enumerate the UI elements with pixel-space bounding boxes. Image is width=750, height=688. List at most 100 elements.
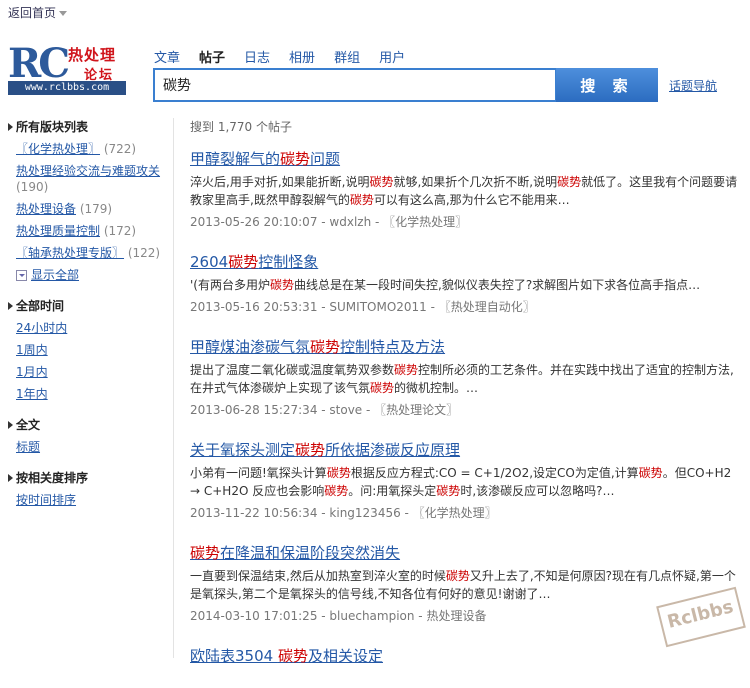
search-box [153,68,557,102]
keyword-highlight: 碳势 [557,175,582,189]
sort-option-item: 按时间排序 [16,492,168,508]
topic-nav-link[interactable]: 话题导航 [669,77,717,94]
site-logo[interactable]: RC 热处理 论坛 www.rclbbs.com [8,44,128,96]
snippet-text: 淬火后,用手对折,如果能折断,说明 [190,175,370,189]
keyword-highlight: 碳势 [277,647,308,665]
keyword-highlight: 碳势 [394,363,419,377]
sidebar-divider [173,118,174,658]
board-filter-section: 所有版块列表 〖化学热处理〗 (722) 热处理经验交流与难题攻关 (190) 热处… [8,118,168,283]
result-title-link[interactable]: 甲醇裂解气的碳势问题 [190,150,340,168]
board-filter-item: 〖轴承热处理专版〗 (122) [16,245,168,261]
result-title-link[interactable]: 碳势在降温和保温阶段突然消失 [190,544,400,562]
tab-1[interactable]: 帖子 [199,47,225,66]
chevron-down-icon [59,11,68,16]
fulltext-filter-item: 标题 [16,439,168,455]
triangle-right-icon [8,474,13,482]
time-filter-title: 全部时间 [8,297,168,314]
time-filter-link[interactable]: 1周内 [16,343,48,357]
keyword-highlight: 碳势 [269,278,294,292]
time-filter-item: 24小时内 [16,320,168,336]
keyword-highlight: 碳势 [280,150,311,168]
result-meta: 2013-06-28 15:27:34 - stove - 〖热处理论文〗 [190,403,459,417]
result-snippet: 小弟有一问题!氧探头计算碳势根据反应方程式:CO = C+1/2O2,设定CO为… [190,464,742,500]
title-text: 甲醇裂解气的 [190,150,281,168]
triangle-right-icon [8,421,13,429]
tab-4[interactable]: 群组 [334,47,360,66]
snippet-text: 。问:用氧探头定 [348,484,437,498]
fulltext-filter-link[interactable]: 标题 [16,440,40,454]
snippet-text: '(有两台多用炉 [190,278,270,292]
result-title-link[interactable]: 2604碳势控制怪象 [190,253,318,271]
snippet-text: 的微机控制。… [394,381,479,395]
title-text: 甲醇煤油渗碳气氛 [190,338,311,356]
title-text: 问题 [310,150,341,168]
time-filter-link[interactable]: 1年内 [16,387,48,401]
snippet-text: 一直要到保温结束,然后从加热室到淬火室的时候 [190,569,446,583]
sort-filter-title: 按相关度排序 [8,469,168,486]
title-text: 控制怪象 [258,253,319,271]
keyword-highlight: 碳势 [436,484,461,498]
board-filter-link[interactable]: 热处理质量控制 [16,224,100,238]
time-filter-section: 全部时间 24小时内 1周内 1月内 1年内 [8,297,168,402]
search-input[interactable] [155,70,551,100]
title-text: 欧陆表3504 [190,647,278,665]
time-filter-item: 1年内 [16,386,168,402]
board-filter-item: 热处理设备 (179) [16,201,168,217]
title-text: 及相关设定 [307,647,383,665]
keyword-highlight: 碳势 [445,569,470,583]
keyword-highlight: 碳势 [228,253,259,271]
logo-cn-line1: 热处理 [68,46,117,64]
result-title-link[interactable]: 甲醇煤油渗碳气氛碳势控制特点及方法 [190,338,445,356]
fulltext-filter-title: 全文 [8,416,168,433]
result-meta: 2013-05-26 20:10:07 - wdxlzh - 〖化学热处理〗 [190,215,468,229]
filter-sidebar: 所有版块列表 〖化学热处理〗 (722) 热处理经验交流与难题攻关 (190) 热处… [8,116,168,522]
keyword-highlight: 碳势 [370,381,395,395]
result-snippet: 提出了温度二氧化碳或温度氧势双参数碳势控制所必须的工艺条件。并在实践中找出了适宜… [190,361,742,397]
time-filter-item: 1周内 [16,342,168,358]
fulltext-filter-section: 全文 标题 [8,416,168,455]
sort-option-link[interactable]: 按时间排序 [16,493,76,507]
tab-0[interactable]: 文章 [154,47,180,66]
title-text: 所依据渗碳反应原理 [325,441,461,459]
result-snippet: 淬火后,用手对折,如果能折断,说明碳势就够,如果折个几次折不断,说明碳势就低了。… [190,173,742,209]
logo-brand: RC [8,40,70,87]
time-filter-link[interactable]: 1月内 [16,365,48,379]
sort-filter-section: 按相关度排序 按时间排序 [8,469,168,508]
back-home-link[interactable]: 返回首页 [8,4,68,21]
snippet-text: 根据反应方程式:CO = C+1/2O2,设定CO为定值,计算 [350,466,639,480]
keyword-highlight: 碳势 [310,338,341,356]
show-all-button[interactable]: 显示全部 [16,267,79,283]
title-text: 控制特点及方法 [340,338,446,356]
keyword-highlight: 碳势 [190,544,221,562]
board-filter-item: 热处理经验交流与难题攻关 (190) [16,163,168,195]
result-title-link[interactable]: 欧陆表3504 碳势及相关设定 [190,647,383,665]
board-filter-link[interactable]: 〖化学热处理〗 [16,142,100,156]
board-filter-link[interactable]: 热处理经验交流与难题攻关 [16,164,160,178]
keyword-highlight: 碳势 [326,466,351,480]
logo-url: www.rclbbs.com [8,81,126,95]
search-results: 搜到 1,770 个帖子 甲醇裂解气的碳势问题 淬火后,用手对折,如果能折断,说明… [190,118,742,688]
result-snippet: 一直要到保温结束,然后从加热室到淬火室的时候碳势又升上去了,不知是何原因?现在有… [190,567,742,603]
tab-3[interactable]: 相册 [289,47,315,66]
time-filter-item: 1月内 [16,364,168,380]
expand-icon [16,270,27,281]
search-type-tabs: 文章 帖子 日志 相册 群组 用户 [154,47,424,66]
title-text: 关于氧探头测定 [190,441,296,459]
back-home-label: 返回首页 [8,6,57,20]
result-title-link[interactable]: 关于氧探头测定碳势所依据渗碳反应原理 [190,441,460,459]
tab-2[interactable]: 日志 [244,47,270,66]
search-button[interactable]: 搜 索 [556,68,658,102]
result-item: 关于氧探头测定碳势所依据渗碳反应原理 小弟有一问题!氧探头计算碳势根据反应方程式:… [190,440,742,521]
board-filter-link[interactable]: 热处理设备 [16,202,76,216]
keyword-highlight: 碳势 [295,441,326,459]
tab-5[interactable]: 用户 [379,47,405,66]
board-filter-item: 〖化学热处理〗 (722) [16,141,168,157]
top-bar: 返回首页 [0,0,750,24]
result-item: 2604碳势控制怪象 '(有两台多用炉碳势曲线总是在某一段时间失控,貌似仪表失控了… [190,252,742,315]
title-text: 2604 [190,253,229,271]
snippet-text: 小弟有一问题!氧探头计算 [190,466,327,480]
time-filter-link[interactable]: 24小时内 [16,321,67,335]
snippet-text: 可以有这么高,那为什么它不能用来… [373,193,570,207]
board-filter-link[interactable]: 〖轴承热处理专版〗 [16,246,124,260]
keyword-highlight: 碳势 [369,175,394,189]
